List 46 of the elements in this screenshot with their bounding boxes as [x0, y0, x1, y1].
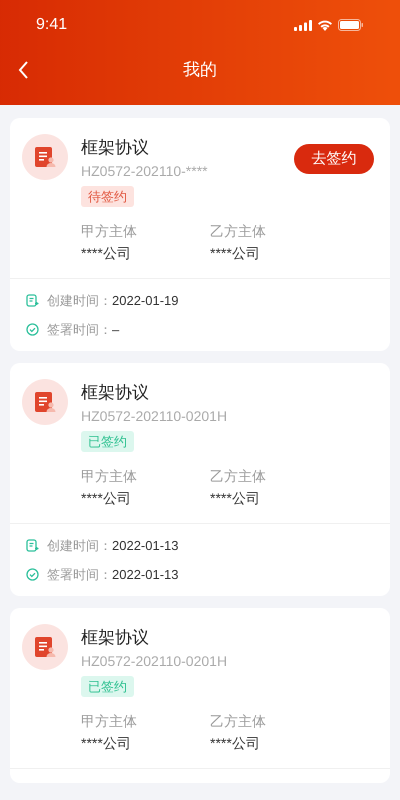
back-icon[interactable] — [18, 61, 29, 79]
contract-title: 框架协议 — [81, 382, 150, 404]
status-tag: 已签约 — [81, 431, 134, 452]
contract-title: 框架协议 — [81, 137, 150, 159]
party-label: 乙方主体 — [210, 467, 267, 486]
time-value: 2022-01-19 — [112, 292, 178, 310]
party-value: ****公司 — [210, 244, 261, 263]
contract-number: HZ0572-202110-**** — [81, 162, 208, 181]
time-label: 创建时间： — [47, 536, 112, 555]
contract-title: 框架协议 — [81, 627, 150, 649]
document-icon — [22, 624, 68, 670]
party-value: ****公司 — [210, 489, 261, 508]
signal-icon — [294, 20, 312, 30]
page-title: 我的 — [183, 59, 217, 82]
battery-icon — [338, 19, 364, 31]
time-value: 2022-01-13 — [112, 566, 178, 584]
time-label: 签署时间： — [47, 320, 112, 339]
edit-document-icon — [26, 539, 39, 552]
document-icon — [22, 379, 68, 425]
sign-button[interactable]: 去签约 — [294, 144, 374, 174]
time-value: – — [112, 320, 120, 339]
party-label: 甲方主体 — [81, 222, 138, 241]
status-tag: 已签约 — [81, 676, 134, 697]
contract-card[interactable]: 框架协议 HZ0572-202110-0201H 已签约 甲方主体 ****公司 乙方主体 ****公司 创建时间：2022-01-13 签署时间：2022-01-13 — [10, 363, 390, 596]
party-label: 乙方主体 — [210, 222, 267, 241]
status-tag: 待签约 — [81, 186, 134, 207]
edit-document-icon — [26, 294, 39, 307]
document-icon — [22, 134, 68, 180]
contract-number: HZ0572-202110-0201H — [81, 652, 228, 671]
contract-card[interactable]: 框架协议 HZ0572-202110-**** 去签约 待签约 甲方主体 ****公司 乙方主体 ****公司 创建时间：2022-01-19 签署时间：– — [10, 118, 390, 351]
contract-card[interactable]: 框架协议 HZ0572-202110-0201H 已签约 甲方主体 ****公司 乙方主体 ****公司 — [10, 608, 390, 783]
wifi-icon — [317, 19, 333, 31]
party-label: 甲方主体 — [81, 467, 138, 486]
party-value: ****公司 — [81, 244, 132, 263]
status-time: 9:41 — [36, 15, 68, 35]
check-circle-icon — [26, 323, 39, 336]
party-value: ****公司 — [81, 734, 132, 753]
party-label: 乙方主体 — [210, 712, 267, 731]
time-value: 2022-01-13 — [112, 536, 178, 555]
party-value: ****公司 — [210, 734, 261, 753]
contract-number: HZ0572-202110-0201H — [81, 407, 228, 426]
check-circle-icon — [26, 568, 39, 581]
party-label: 甲方主体 — [81, 712, 138, 731]
time-label: 创建时间： — [47, 292, 112, 310]
time-label: 签署时间： — [47, 566, 112, 584]
party-value: ****公司 — [81, 489, 132, 508]
